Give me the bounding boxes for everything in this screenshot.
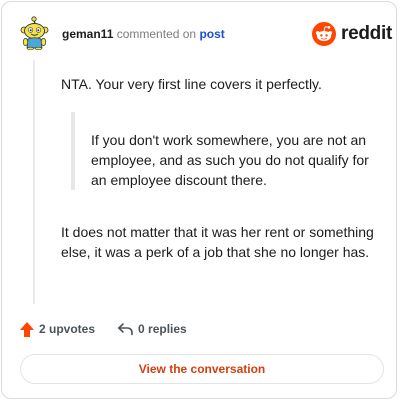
comment-meta: geman11 commented on post — [62, 27, 225, 41]
upvote-button[interactable]: 2 upvotes — [19, 321, 95, 338]
thread-line — [33, 60, 35, 304]
reply-arrow-icon — [118, 323, 133, 336]
user-avatar[interactable] — [18, 16, 50, 51]
comment-paragraph: It does not matter that it was her rent … — [61, 224, 374, 260]
comment-card: geman11 commented on post reddit NTA. Yo… — [1, 1, 397, 399]
reddit-alien-icon — [312, 22, 336, 46]
reddit-wordmark: reddit — [341, 23, 392, 44]
replies-button[interactable]: 0 replies — [117, 322, 187, 336]
comment-paragraph: NTA. Your very first line covers it perf… — [61, 76, 322, 92]
replies-count: 0 replies — [138, 322, 187, 336]
comment-header: geman11 commented on post reddit — [2, 2, 398, 66]
comment-body: NTA. Your very first line covers it perf… — [61, 74, 386, 260]
upvote-arrow-icon — [20, 321, 34, 337]
upvotes-count: 2 upvotes — [39, 322, 96, 336]
blockquote: If you don't work somewhere, you are not… — [71, 112, 371, 190]
snoo-avatar-icon — [20, 16, 49, 51]
username-link[interactable]: geman11 — [62, 27, 113, 41]
post-link[interactable]: post — [199, 27, 224, 41]
reddit-logo[interactable]: reddit — [312, 21, 392, 47]
quote-text: If you don't work somewhere, you are not… — [91, 132, 369, 188]
view-conversation-button[interactable]: View the conversation — [20, 354, 384, 384]
comment-actions: 2 upvotes 0 replies — [19, 320, 187, 338]
meta-action-text: commented on — [116, 27, 197, 41]
